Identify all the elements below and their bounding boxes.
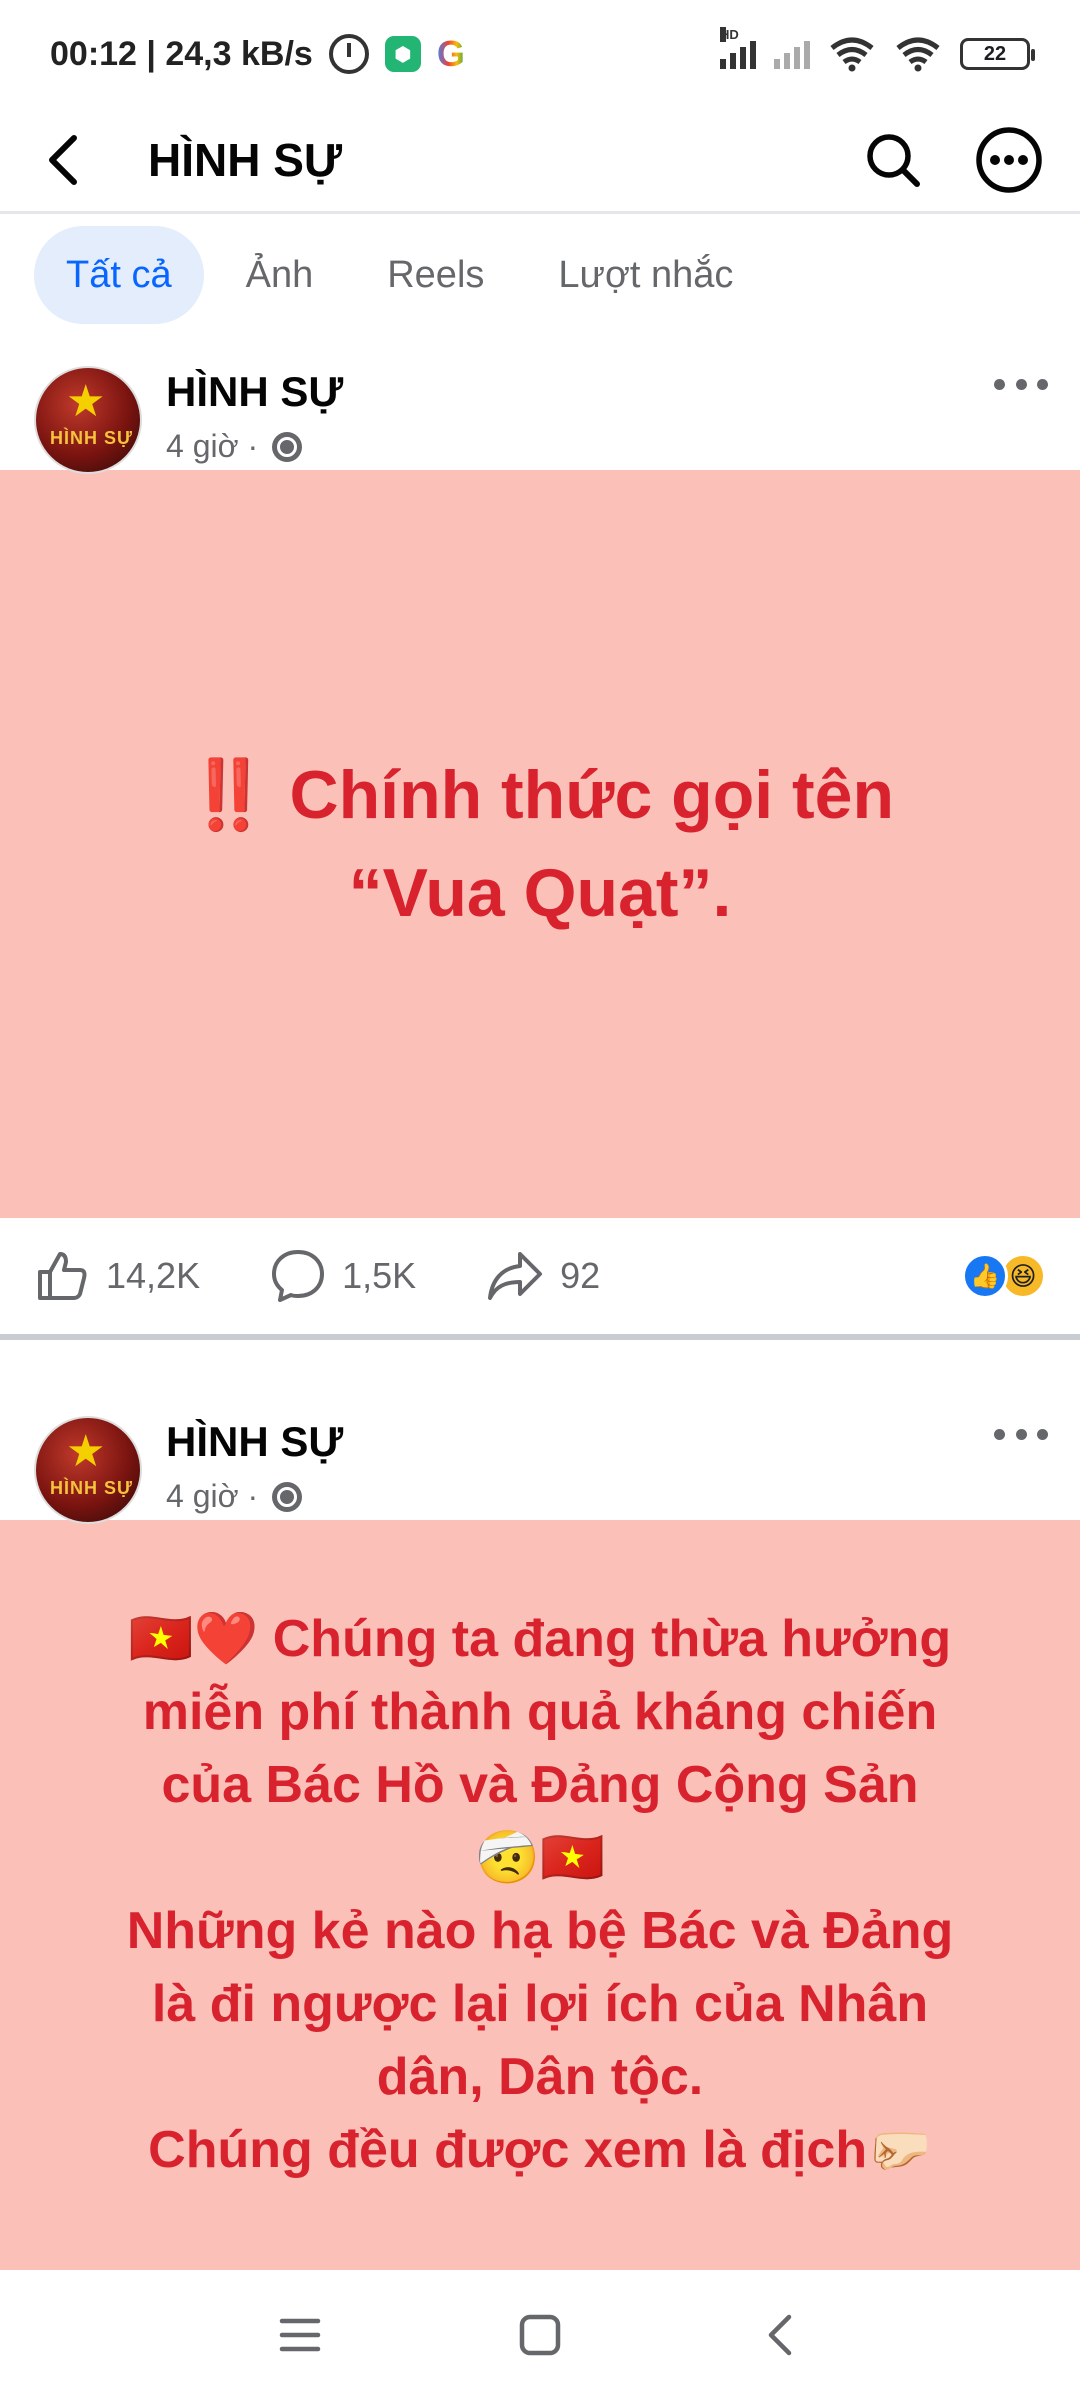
post-text: 🇻🇳❤️ Chúng ta đang thừa hưởng miễn phí t… — [126, 1610, 954, 2179]
post-meta: HÌNH SỰ 4 giờ · — [166, 1416, 343, 1515]
post-body[interactable]: ‼️ Chính thức gọi tên “Vua Quạt”. — [0, 470, 1080, 1218]
dot-icon — [994, 1428, 1005, 1440]
reactions-bar: 14,2K 1,5K 92 👍 😆 — [0, 1218, 1080, 1340]
battery-icon: 22 — [960, 38, 1035, 70]
square-icon — [519, 2314, 561, 2356]
like-reaction-icon: 👍 — [962, 1253, 1008, 1299]
more-options-button[interactable] — [964, 115, 1054, 205]
more-circle-icon — [976, 126, 1042, 193]
post-author[interactable]: HÌNH SỰ — [166, 368, 343, 416]
home-button[interactable] — [490, 2285, 590, 2385]
status-left: 00:12 | 24,3 kB/s ⬢ G — [50, 33, 465, 75]
comment-button[interactable]: 1,5K — [270, 1248, 416, 1304]
status-right: HD 22 — [720, 27, 1035, 72]
star-icon: ★ — [66, 1427, 106, 1476]
triangle-back-icon — [768, 2314, 792, 2356]
avatar-text: HÌNH SỰ — [50, 428, 133, 448]
back-button[interactable] — [14, 110, 114, 210]
hd-label: HD — [720, 27, 739, 42]
wifi-plus-icon — [830, 37, 874, 72]
post-time[interactable]: 4 giờ · — [166, 428, 258, 465]
dot-icon — [994, 378, 1005, 390]
tab-photos[interactable]: Ảnh — [214, 226, 346, 324]
signal-weak-icon — [774, 39, 810, 69]
menu-icon — [279, 2318, 321, 2352]
post-meta: HÌNH SỰ 4 giờ · — [166, 366, 343, 465]
reaction-summary[interactable]: 👍 😆 — [962, 1253, 1046, 1299]
status-bar: 00:12 | 24,3 kB/s ⬢ G HD 22 — [0, 0, 1080, 108]
system-back-button[interactable] — [730, 2285, 830, 2385]
comment-icon — [272, 1250, 325, 1302]
post-time-row: 4 giờ · — [166, 1478, 343, 1515]
dot-icon — [1015, 1428, 1027, 1440]
like-count: 14,2K — [106, 1255, 201, 1296]
post-more-button[interactable] — [986, 364, 1056, 404]
dot-icon — [1037, 378, 1048, 390]
tab-mentions[interactable]: Lượt nhắc — [526, 226, 765, 324]
wifi-icon — [896, 37, 940, 72]
search-icon — [867, 133, 920, 187]
post-header: ★ HÌNH SỰ HÌNH SỰ 4 giờ · — [0, 330, 1080, 474]
post-time[interactable]: 4 giờ · — [166, 1478, 258, 1515]
share-icon — [488, 1252, 543, 1300]
chevron-left-icon — [49, 134, 77, 185]
avatar-text: HÌNH SỰ — [50, 1478, 133, 1498]
globe-icon — [272, 431, 303, 462]
dot-icon — [1015, 378, 1027, 390]
status-time-speed: 00:12 | 24,3 kB/s — [50, 34, 313, 73]
avatar[interactable]: ★ HÌNH SỰ — [34, 1416, 142, 1524]
alarm-icon — [328, 34, 369, 74]
comment-count: 1,5K — [342, 1255, 417, 1296]
share-count: 92 — [560, 1255, 601, 1296]
search-button[interactable] — [848, 115, 938, 205]
filter-tabs: Tất cả Ảnh Reels Lượt nhắc — [34, 226, 765, 324]
thumbs-up-icon — [38, 1252, 87, 1300]
page-title: HÌNH SỰ — [148, 133, 343, 186]
signal-hd-icon: HD — [720, 27, 756, 69]
recents-button[interactable] — [250, 2285, 350, 2385]
tab-reels[interactable]: Reels — [355, 226, 516, 324]
share-button[interactable]: 92 — [486, 1248, 600, 1304]
post-card: ★ HÌNH SỰ HÌNH SỰ 4 giờ · ‼️ Chính thức … — [0, 330, 1080, 1340]
avatar[interactable]: ★ HÌNH SỰ — [34, 366, 142, 474]
globe-icon — [272, 1481, 303, 1512]
post-author[interactable]: HÌNH SỰ — [166, 1418, 343, 1466]
star-icon: ★ — [66, 377, 106, 426]
like-button[interactable]: 14,2K — [34, 1248, 200, 1304]
system-nav-bar — [0, 2270, 1080, 2400]
post-card: ★ HÌNH SỰ HÌNH SỰ 4 giờ · 🇻🇳❤️ Chúng ta … — [0, 1380, 1080, 2270]
tab-all[interactable]: Tất cả — [34, 226, 204, 324]
dot-icon — [1037, 1428, 1048, 1440]
post-body[interactable]: 🇻🇳❤️ Chúng ta đang thừa hưởng miễn phí t… — [0, 1520, 1080, 2270]
post-more-button[interactable] — [986, 1414, 1056, 1454]
post-header: ★ HÌNH SỰ HÌNH SỰ 4 giờ · — [0, 1380, 1080, 1524]
app-header: HÌNH SỰ — [0, 108, 1080, 214]
shield-icon: ⬢ — [384, 36, 421, 72]
google-icon: G — [436, 33, 465, 74]
post-time-row: 4 giờ · — [166, 428, 343, 465]
post-text: ‼️ Chính thức gọi tên “Vua Quạt”. — [185, 757, 895, 931]
